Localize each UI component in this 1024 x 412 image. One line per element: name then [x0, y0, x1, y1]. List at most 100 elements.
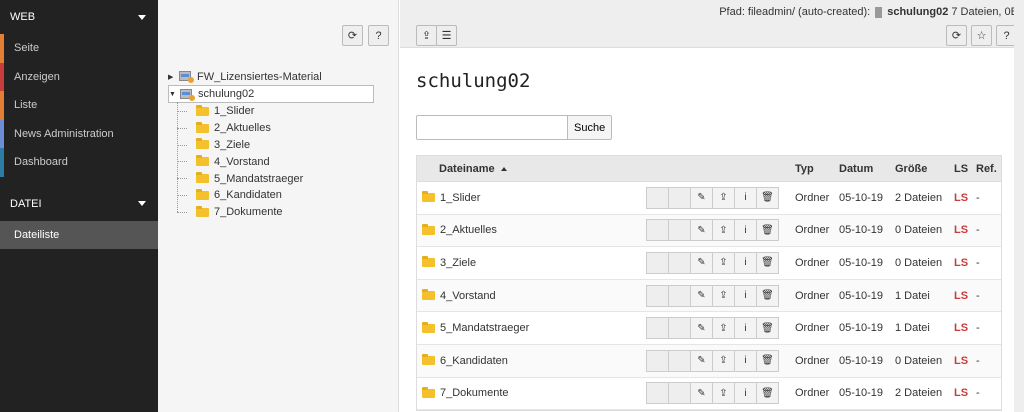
file-name-link[interactable]: 6_Kandidaten [440, 355, 508, 367]
file-name-link[interactable]: 3_Ziele [440, 257, 476, 269]
folder-icon [422, 191, 435, 203]
table-row[interactable]: 7_Dokumente ✎ ⇪ i 🗑 Ordner 05-10-19 2 Dateien LS… [417, 377, 1001, 411]
scrollbar[interactable] [1014, 0, 1024, 412]
module-item[interactable]: Dashboard [0, 148, 158, 177]
rename-button[interactable]: ✎ [690, 382, 713, 405]
search-button[interactable]: Suche [568, 115, 613, 140]
column-name-header[interactable]: Dateiname [439, 163, 507, 175]
delete-button[interactable]: 🗑 [756, 186, 779, 209]
table-row[interactable]: 4_Vorstand ✎ ⇪ i 🗑 Ordner 05-10-19 1 Datei LS - [417, 279, 1001, 313]
collapsed-arrow-icon[interactable]: ▶ [168, 73, 178, 81]
rename-button[interactable]: ✎ [690, 349, 713, 372]
info-button[interactable]: i [734, 219, 757, 242]
refresh-button[interactable]: ⟳ [946, 25, 967, 46]
help-icon: ? [1003, 29, 1010, 42]
column-ls-header[interactable]: LS [954, 163, 968, 175]
path-storage[interactable]: schulung02 [887, 6, 948, 18]
type-cell: Ordner [795, 289, 830, 302]
tree-folder-node[interactable]: 6_Kandidaten [168, 187, 396, 204]
ls-badge: LS [954, 256, 969, 269]
upload-into-button[interactable]: ⇪ [712, 317, 735, 340]
rename-button[interactable]: ✎ [690, 251, 713, 274]
table-row[interactable]: 2_Aktuelles ✎ ⇪ i 🗑 Ordner 05-10-19 0 Dateien LS… [417, 214, 1001, 248]
column-ref-header[interactable]: Ref. [976, 163, 997, 175]
tree-folder-node[interactable]: 3_Ziele [168, 137, 396, 154]
module-item[interactable]: Dateiliste [0, 220, 158, 249]
delete-button[interactable]: 🗑 [756, 251, 779, 274]
upload-button[interactable]: ⇪ [416, 25, 437, 46]
file-name-cell[interactable]: 2_Aktuelles [422, 223, 497, 236]
search-input[interactable] [416, 115, 568, 140]
trash-icon: 🗑 [761, 290, 774, 302]
module-group-header[interactable]: DATEI [0, 187, 158, 221]
upload-into-button[interactable]: ⇪ [712, 251, 735, 274]
rename-button[interactable]: ✎ [690, 317, 713, 340]
rename-button[interactable]: ✎ [690, 219, 713, 242]
tree-folder-node[interactable]: 7_Dokumente [168, 204, 396, 221]
column-date-header[interactable]: Datum [839, 163, 873, 175]
date-cell: 05-10-19 [839, 322, 884, 335]
upload-into-button[interactable]: ⇪ [712, 284, 735, 307]
size-cell: 2 Dateien [895, 387, 943, 400]
column-size-header[interactable]: Größe [895, 163, 927, 175]
file-name-cell[interactable]: 3_Ziele [422, 256, 476, 269]
file-name-cell[interactable]: 6_Kandidaten [422, 354, 508, 367]
tree-mount-node[interactable]: ▼ schulung02 [168, 85, 374, 103]
module-group-header[interactable]: WEB [0, 0, 158, 34]
rename-icon: ✎ [697, 224, 706, 236]
info-button[interactable]: i [734, 186, 757, 209]
file-name-cell[interactable]: 1_Slider [422, 191, 480, 204]
info-icon: i [744, 290, 747, 302]
table-row[interactable]: 3_Ziele ✎ ⇪ i 🗑 Ordner 05-10-19 0 Dateien LS - [417, 247, 1001, 280]
delete-button[interactable]: 🗑 [756, 317, 779, 340]
module-item[interactable]: Seite [0, 34, 158, 63]
expanded-arrow-icon[interactable]: ▼ [169, 91, 179, 98]
file-name-link[interactable]: 4_Vorstand [440, 290, 496, 302]
file-name-cell[interactable]: 7_Dokumente [422, 386, 509, 399]
folder-icon [422, 354, 435, 366]
upload-into-button[interactable]: ⇪ [712, 382, 735, 405]
tree-mount-node[interactable]: ▶ FW_Lizensiertes-Material [168, 68, 396, 85]
file-name-link[interactable]: 2_Aktuelles [440, 224, 497, 236]
info-button[interactable]: i [734, 251, 757, 274]
column-type-header[interactable]: Typ [795, 163, 814, 175]
table-header: Dateiname Typ Datum Größe LS Ref. [417, 156, 1001, 182]
file-name-link[interactable]: 1_Slider [440, 192, 480, 204]
upload-into-button[interactable]: ⇪ [712, 349, 735, 372]
info-button[interactable]: i [734, 349, 757, 372]
upload-into-button[interactable]: ⇪ [712, 186, 735, 209]
new-file-button[interactable]: ☰ [436, 25, 457, 46]
bookmark-button[interactable]: ☆ [971, 25, 992, 46]
date-cell: 05-10-19 [839, 289, 884, 302]
search-form: Suche [416, 115, 613, 140]
tree-refresh-button[interactable]: ⟳ [342, 25, 363, 46]
delete-button[interactable]: 🗑 [756, 284, 779, 307]
module-item[interactable]: News Administration [0, 119, 158, 148]
delete-button[interactable]: 🗑 [756, 219, 779, 242]
file-name-cell[interactable]: 4_Vorstand [422, 289, 496, 302]
upload-into-button[interactable]: ⇪ [712, 219, 735, 242]
table-row[interactable]: 6_Kandidaten ✎ ⇪ i 🗑 Ordner 05-10-19 0 Dateien L… [417, 344, 1001, 378]
tree-folder-node[interactable]: 1_Slider [168, 103, 396, 120]
info-button[interactable]: i [734, 382, 757, 405]
module-item[interactable]: Liste [0, 91, 158, 120]
table-row[interactable]: 1_Slider ✎ ⇪ i 🗑 Ordner 05-10-19 2 Dateien LS - [417, 182, 1001, 215]
table-row[interactable]: 5_Mandatstraeger ✎ ⇪ i 🗑 Ordner 05-10-19 1 Date… [417, 312, 1001, 345]
tree-folder-node[interactable]: 4_Vorstand [168, 153, 396, 170]
trash-icon: 🗑 [761, 387, 774, 399]
file-name-link[interactable]: 5_Mandatstraeger [440, 322, 529, 334]
file-name-cell[interactable]: 5_Mandatstraeger [422, 321, 529, 334]
rename-button[interactable]: ✎ [690, 186, 713, 209]
info-button[interactable]: i [734, 284, 757, 307]
rename-button[interactable]: ✎ [690, 284, 713, 307]
tree-help-button[interactable]: ? [368, 25, 389, 46]
info-button[interactable]: i [734, 317, 757, 340]
module-item[interactable]: Anzeigen [0, 62, 158, 91]
delete-button[interactable]: 🗑 [756, 382, 779, 405]
delete-button[interactable]: 🗑 [756, 349, 779, 372]
tree-folder-node[interactable]: 2_Aktuelles [168, 120, 396, 137]
file-name-link[interactable]: 7_Dokumente [440, 387, 509, 399]
type-cell: Ordner [795, 387, 830, 400]
tree-folder-node[interactable]: 5_Mandatstraeger [168, 170, 396, 187]
tree-connector [177, 194, 187, 196]
